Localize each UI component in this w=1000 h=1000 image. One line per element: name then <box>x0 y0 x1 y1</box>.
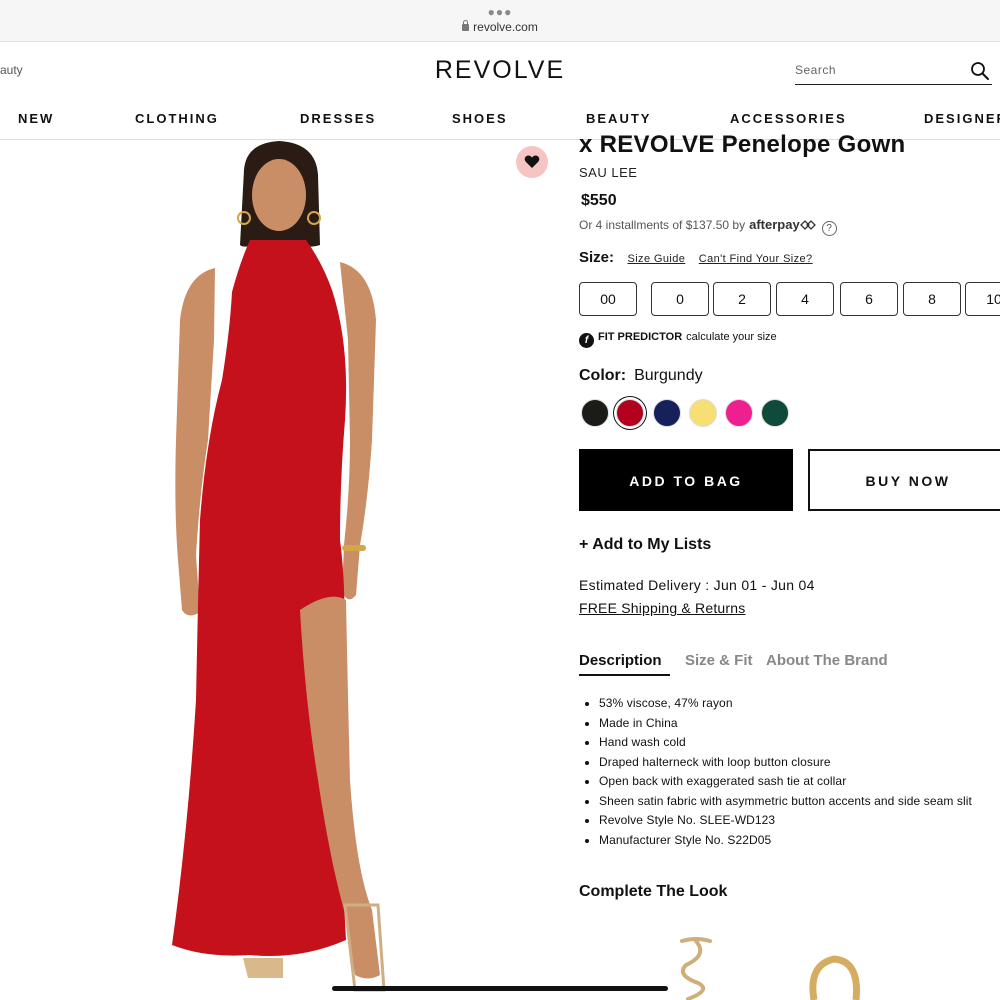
nav-clothing[interactable]: CLOTHING <box>135 111 219 126</box>
fit-predictor-sub: calculate your size <box>686 331 777 343</box>
buy-now-button[interactable]: BUY NOW <box>808 449 1000 511</box>
estimated-delivery: Estimated Delivery : Jun 01 - Jun 04 <box>579 577 815 593</box>
url-text: revolve.com <box>473 20 538 34</box>
home-indicator[interactable] <box>332 986 668 991</box>
look-item-earring-image[interactable] <box>668 935 724 1000</box>
color-swatches <box>579 398 799 428</box>
fit-predictor-label: FIT PREDICTOR <box>598 331 683 343</box>
installments-info: Or 4 installments of $137.50 by afterpay? <box>579 217 837 236</box>
complete-the-look-title: Complete The Look <box>579 883 728 900</box>
nav-accessories[interactable]: ACCESSORIES <box>730 111 847 126</box>
color-header: Color: Burgundy <box>579 367 703 385</box>
list-item: 53% viscose, 47% rayon <box>579 694 1000 714</box>
size-option[interactable]: 10 <box>965 282 1000 316</box>
search-input[interactable] <box>795 58 960 77</box>
size-option[interactable]: 2 <box>713 282 771 316</box>
size-option[interactable]: 00 <box>579 282 637 316</box>
active-tab-indicator <box>579 674 670 676</box>
color-swatch-pink[interactable] <box>725 399 753 427</box>
product-price: $550 <box>581 192 617 209</box>
color-swatch-green[interactable] <box>761 399 789 427</box>
add-to-bag-button[interactable]: ADD TO BAG <box>579 449 793 511</box>
free-shipping-link[interactable]: FREE Shipping & Returns <box>579 600 745 616</box>
size-option[interactable]: 4 <box>776 282 834 316</box>
wishlist-button[interactable] <box>516 146 548 178</box>
color-swatch-navy[interactable] <box>653 399 681 427</box>
model-wearing-gown-image <box>172 141 386 992</box>
list-item: Sheen satin fabric with asymmetric butto… <box>579 792 1000 812</box>
color-swatch-burgundy[interactable] <box>616 399 644 427</box>
afterpay-logo: afterpay <box>749 217 800 232</box>
size-options: 00 0 2 4 6 8 10 <box>579 282 1000 316</box>
color-swatch-yellow[interactable] <box>689 399 717 427</box>
size-option[interactable]: 0 <box>651 282 709 316</box>
color-label: Color: <box>579 367 627 384</box>
add-to-lists-link[interactable]: + Add to My Lists <box>579 536 711 554</box>
nav-new[interactable]: NEW <box>18 111 54 126</box>
size-option[interactable]: 6 <box>840 282 898 316</box>
product-title: x REVOLVE Penelope Gown <box>579 131 906 158</box>
list-item: Hand wash cold <box>579 733 1000 753</box>
description-list: 53% viscose, 47% rayon Made in China Han… <box>579 694 1000 850</box>
nav-designer[interactable]: DESIGNER <box>924 111 1000 126</box>
browser-menu-dots-icon[interactable]: ●●● <box>0 6 1000 18</box>
size-guide-link[interactable]: Size Guide <box>627 253 685 265</box>
product-image[interactable] <box>0 141 560 1000</box>
fit-predictor-logo-icon: f <box>579 333 594 348</box>
size-header: Size: Size Guide Can't Find Your Size? <box>579 249 813 267</box>
search-bar <box>795 58 992 85</box>
selected-color: Burgundy <box>634 367 703 384</box>
tab-description[interactable]: Description <box>579 652 662 669</box>
look-item-hoop-image[interactable] <box>804 955 866 1000</box>
product-brand[interactable]: SAU LEE <box>579 165 637 180</box>
nav-dresses[interactable]: DRESSES <box>300 111 376 126</box>
fit-predictor[interactable]: f FIT PREDICTOR calculate your size <box>579 331 777 348</box>
list-item: Draped halterneck with loop button closu… <box>579 753 1000 773</box>
search-icon[interactable] <box>970 61 990 81</box>
tab-size-fit[interactable]: Size & Fit <box>685 652 753 669</box>
list-item: Open back with exaggerated sash tie at c… <box>579 772 1000 792</box>
nav-beauty[interactable]: BEAUTY <box>586 111 651 126</box>
help-icon[interactable]: ? <box>821 221 837 236</box>
tab-about-brand[interactable]: About The Brand <box>766 652 888 669</box>
browser-chrome: ●●● revolve.com <box>0 0 1000 42</box>
afterpay-arrows-icon <box>799 220 816 230</box>
heart-icon <box>524 155 540 168</box>
list-item: Made in China <box>579 714 1000 734</box>
list-item: Revolve Style No. SLEE-WD123 <box>579 811 1000 831</box>
list-item: Manufacturer Style No. S22D05 <box>579 831 1000 851</box>
nav-shoes[interactable]: SHOES <box>452 111 508 126</box>
size-label: Size: <box>579 249 615 266</box>
installments-text: Or 4 installments of $137.50 by <box>579 218 746 232</box>
color-swatch-black[interactable] <box>581 399 609 427</box>
lock-icon <box>462 20 470 31</box>
cant-find-size-link[interactable]: Can't Find Your Size? <box>699 253 813 265</box>
address-bar[interactable]: revolve.com <box>0 20 1000 34</box>
size-option[interactable]: 8 <box>903 282 961 316</box>
